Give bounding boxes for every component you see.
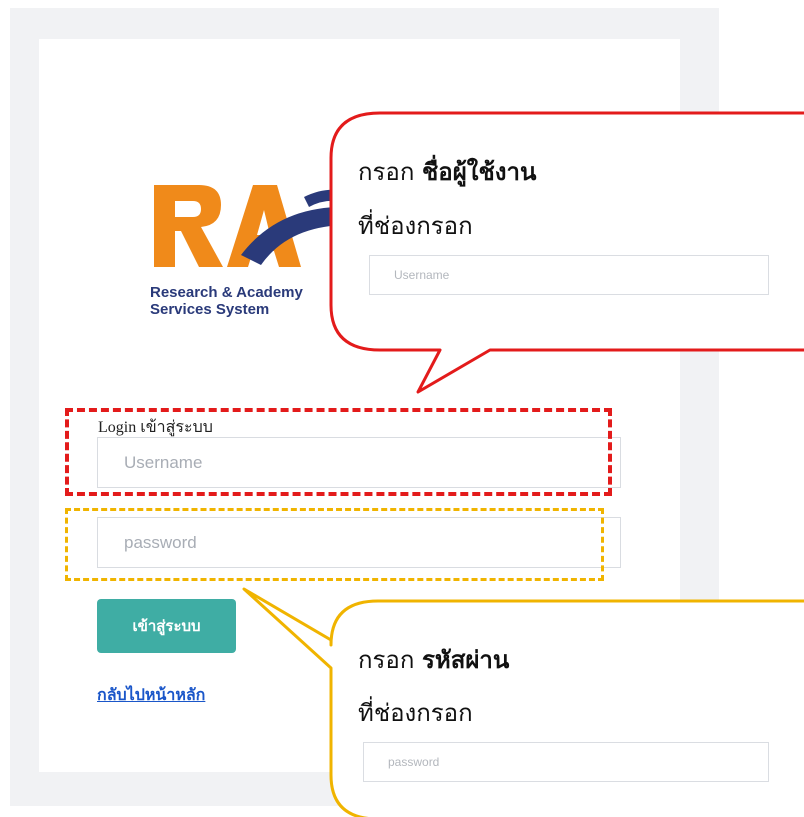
username-callout-prefix: กรอก xyxy=(358,158,422,186)
username-callout-example-field: Username xyxy=(369,255,769,295)
login-button[interactable]: เข้าสู่ระบบ xyxy=(97,599,236,653)
username-callout-line2: ที่ช่องกรอก xyxy=(358,212,473,240)
logo-subtitle-line1: Research & Academy xyxy=(150,284,303,301)
password-input[interactable] xyxy=(97,517,621,568)
password-callout-example-field: password xyxy=(363,742,769,782)
password-callout-emphasis: รหัสผ่าน xyxy=(422,646,510,674)
password-callout-prefix: กรอก xyxy=(358,646,422,674)
username-callout-emphasis: ชื่อผู้ใช้งาน xyxy=(422,158,537,186)
logo-subtitle-line2: Services System xyxy=(150,301,270,318)
password-callout-line2: ที่ช่องกรอก xyxy=(358,699,473,727)
back-to-home-link[interactable]: กลับไปหน้าหลัก xyxy=(97,683,205,708)
username-callout-title: กรอก ชื่อผู้ใช้งาน xyxy=(358,152,536,191)
username-input[interactable] xyxy=(97,437,621,488)
logo-subtitle: Research & Academy Services System xyxy=(150,284,303,318)
password-callout-title: กรอก รหัสผ่าน xyxy=(358,640,509,679)
